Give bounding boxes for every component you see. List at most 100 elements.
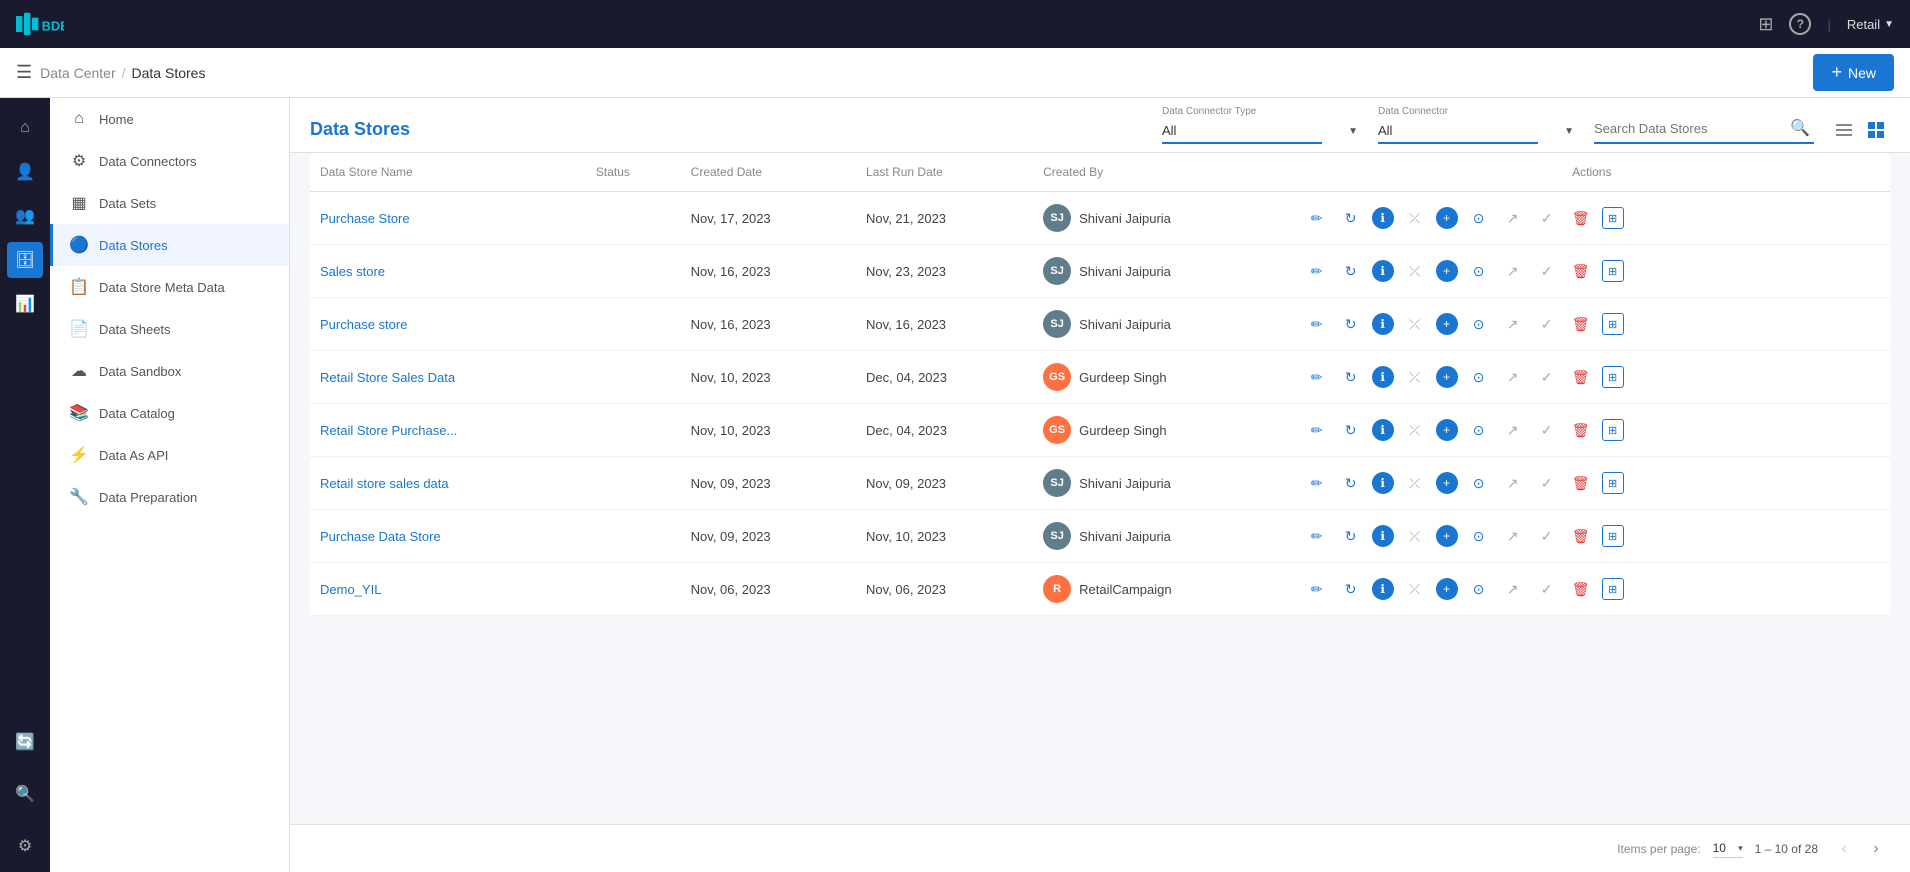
per-page-select[interactable]: 5 10 20 50 [1713,839,1743,858]
delete-icon-1[interactable]: 🗑 [1568,258,1594,284]
refresh-icon-0[interactable]: ↻ [1338,205,1364,231]
add-icon-0[interactable]: + [1436,207,1458,229]
nav-icon-data[interactable]: 🗄 [7,242,43,278]
next-page-button[interactable]: › [1862,835,1890,863]
sidebar-item-sandbox[interactable]: ☁ Data Sandbox [50,350,289,392]
edit-icon-2[interactable]: ✏ [1304,311,1330,337]
refresh-icon-4[interactable]: ↻ [1338,417,1364,443]
share-icon-2[interactable]: ⤫ [1402,311,1428,337]
edit-icon-7[interactable]: ✏ [1304,576,1330,602]
refresh-icon-6[interactable]: ↻ [1338,523,1364,549]
history-icon-7[interactable]: ⊙ [1466,576,1492,602]
expand-icon-0[interactable]: ↗ [1500,205,1526,231]
share-icon-6[interactable]: ⤫ [1402,523,1428,549]
nav-icon-groups[interactable]: 👥 [7,198,43,234]
expand-icon-7[interactable]: ↗ [1500,576,1526,602]
expand-icon-3[interactable]: ↗ [1500,364,1526,390]
sidebar-item-connectors[interactable]: ⚙ Data Connectors [50,140,289,182]
edit-icon-1[interactable]: ✏ [1304,258,1330,284]
refresh-icon-5[interactable]: ↻ [1338,470,1364,496]
edit-icon-5[interactable]: ✏ [1304,470,1330,496]
tenant-selector[interactable]: Retail ▼ [1847,17,1894,32]
expand-icon-6[interactable]: ↗ [1500,523,1526,549]
sidebar-item-metadata[interactable]: 📋 Data Store Meta Data [50,266,289,308]
history-icon-6[interactable]: ⊙ [1466,523,1492,549]
history-icon-5[interactable]: ⊙ [1466,470,1492,496]
check-icon-0[interactable]: ✓ [1534,205,1560,231]
sidebar-item-sheets[interactable]: 📄 Data Sheets [50,308,289,350]
nav-icon-home[interactable]: ⌂ [7,110,43,146]
sidebar-item-datastores[interactable]: 🔵 Data Stores [50,224,289,266]
row-name-1[interactable]: Sales store [310,245,586,298]
qr-icon-6[interactable]: ⊞ [1602,525,1624,547]
list-view-button[interactable] [1830,116,1858,144]
info-icon-0[interactable]: ℹ [1372,207,1394,229]
expand-icon-4[interactable]: ↗ [1500,417,1526,443]
refresh-icon-2[interactable]: ↻ [1338,311,1364,337]
row-name-5[interactable]: Retail store sales data [310,457,586,510]
share-icon-4[interactable]: ⤫ [1402,417,1428,443]
connector-type-select[interactable]: All [1162,119,1322,144]
delete-icon-7[interactable]: 🗑 [1568,576,1594,602]
qr-icon-5[interactable]: ⊞ [1602,472,1624,494]
search-input[interactable] [1594,121,1784,136]
sidebar-item-catalog[interactable]: 📚 Data Catalog [50,392,289,434]
check-icon-3[interactable]: ✓ [1534,364,1560,390]
add-icon-2[interactable]: + [1436,313,1458,335]
qr-icon-7[interactable]: ⊞ [1602,578,1624,600]
row-name-4[interactable]: Retail Store Purchase... [310,404,586,457]
help-icon[interactable]: ? [1789,13,1811,35]
add-icon-7[interactable]: + [1436,578,1458,600]
nav-icon-settings[interactable]: ⚙ [7,828,43,864]
breadcrumb-root[interactable]: Data Center [40,65,115,81]
sidebar-item-datasets[interactable]: ▦ Data Sets [50,182,289,224]
apps-icon[interactable]: ⊞ [1758,14,1773,35]
nav-icon-user[interactable]: 👤 [7,154,43,190]
check-icon-4[interactable]: ✓ [1534,417,1560,443]
prev-page-button[interactable]: ‹ [1830,835,1858,863]
history-icon-1[interactable]: ⊙ [1466,258,1492,284]
add-icon-5[interactable]: + [1436,472,1458,494]
history-icon-2[interactable]: ⊙ [1466,311,1492,337]
qr-icon-1[interactable]: ⊞ [1602,260,1624,282]
check-icon-1[interactable]: ✓ [1534,258,1560,284]
info-icon-3[interactable]: ℹ [1372,366,1394,388]
new-button[interactable]: + New [1813,54,1894,91]
edit-icon-0[interactable]: ✏ [1304,205,1330,231]
edit-icon-6[interactable]: ✏ [1304,523,1330,549]
hamburger-icon[interactable]: ☰ [16,62,32,83]
expand-icon-2[interactable]: ↗ [1500,311,1526,337]
connector-select[interactable]: All [1378,119,1538,144]
expand-icon-5[interactable]: ↗ [1500,470,1526,496]
add-icon-1[interactable]: + [1436,260,1458,282]
qr-icon-0[interactable]: ⊞ [1602,207,1624,229]
delete-icon-5[interactable]: 🗑 [1568,470,1594,496]
info-icon-2[interactable]: ℹ [1372,313,1394,335]
info-icon-7[interactable]: ℹ [1372,578,1394,600]
sidebar-item-home[interactable]: ⌂ Home [50,98,289,140]
row-name-0[interactable]: Purchase Store [310,192,586,245]
nav-icon-api[interactable]: 🔄 [7,724,43,760]
delete-icon-4[interactable]: 🗑 [1568,417,1594,443]
row-name-6[interactable]: Purchase Data Store [310,510,586,563]
delete-icon-0[interactable]: 🗑 [1568,205,1594,231]
edit-icon-4[interactable]: ✏ [1304,417,1330,443]
nav-icon-reports[interactable]: 📊 [7,286,43,322]
delete-icon-2[interactable]: 🗑 [1568,311,1594,337]
history-icon-0[interactable]: ⊙ [1466,205,1492,231]
share-icon-7[interactable]: ⤫ [1402,576,1428,602]
check-icon-7[interactable]: ✓ [1534,576,1560,602]
row-name-3[interactable]: Retail Store Sales Data [310,351,586,404]
sidebar-item-api[interactable]: ⚡ Data As API [50,434,289,476]
info-icon-5[interactable]: ℹ [1372,472,1394,494]
check-icon-5[interactable]: ✓ [1534,470,1560,496]
expand-icon-1[interactable]: ↗ [1500,258,1526,284]
share-icon-5[interactable]: ⤫ [1402,470,1428,496]
info-icon-6[interactable]: ℹ [1372,525,1394,547]
info-icon-1[interactable]: ℹ [1372,260,1394,282]
search-icon[interactable]: 🔍 [1790,118,1810,138]
info-icon-4[interactable]: ℹ [1372,419,1394,441]
sidebar-item-preparation[interactable]: 🔧 Data Preparation [50,476,289,518]
check-icon-6[interactable]: ✓ [1534,523,1560,549]
edit-icon-3[interactable]: ✏ [1304,364,1330,390]
